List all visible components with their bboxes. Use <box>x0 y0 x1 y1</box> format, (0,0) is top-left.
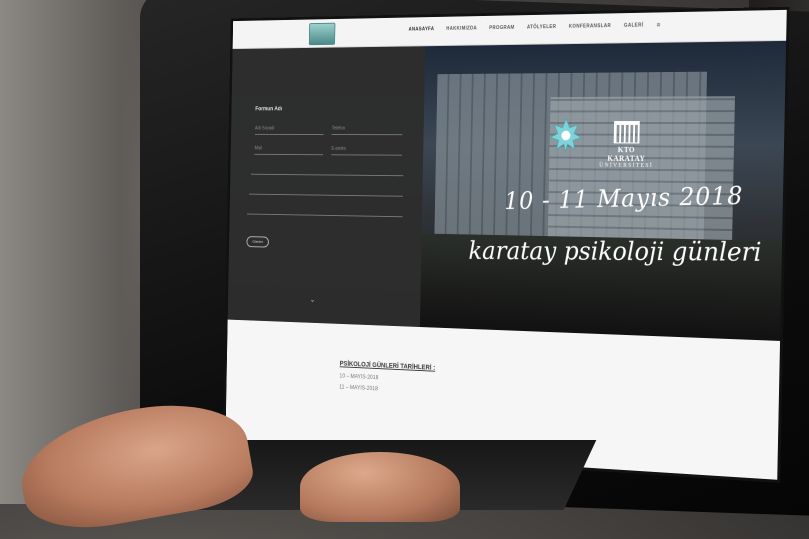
form-title: Formun Adı <box>255 107 282 113</box>
text-field-2[interactable] <box>249 185 403 197</box>
university-building-icon <box>614 121 640 143</box>
laptop-screen: ANASAYFA HAKKIMIZDA PROGRAM ATÖLYELER KO… <box>225 10 786 480</box>
university-subtitle: ÜNİVERSİTESİ <box>599 163 654 169</box>
event-title: karatay psikoloji günleri <box>468 237 761 268</box>
dates-heading: PSİKOLOJİ GÜNLERİ TARİHLERİ : <box>340 361 436 372</box>
chevron-down-icon[interactable]: ⌄ <box>310 295 316 303</box>
site-logo[interactable] <box>309 23 336 46</box>
mail-field[interactable]: Mail <box>254 145 323 155</box>
nav-item-program[interactable]: PROGRAM <box>489 25 514 32</box>
name-field[interactable]: Adı Soyadı <box>255 125 324 135</box>
date-line-1: 10 – MAYIS-2018 <box>339 374 378 381</box>
registration-form-panel: Formun Adı Adı Soyadı Telefon Mail E-pos… <box>228 46 426 327</box>
email-field[interactable]: E-posta <box>331 145 402 156</box>
nav-item-konferanslar[interactable]: KONFERANSLAR <box>569 23 611 31</box>
hamburger-icon[interactable]: ≡ <box>656 22 660 29</box>
kto-karatay-logo: KTO KARATAY ÜNİVERSİTESİ <box>599 121 655 169</box>
text-field-3[interactable] <box>247 204 403 217</box>
submit-button[interactable]: Gönder <box>246 236 269 247</box>
nav-item-anasayfa[interactable]: ANASAYFA <box>409 26 435 33</box>
nav-item-hakkimizda[interactable]: HAKKIMIZDA <box>446 26 477 33</box>
university-emblem-icon <box>548 116 585 155</box>
event-date: 10 - 11 Mayıs 2018 <box>504 181 743 215</box>
phone-field[interactable]: Telefon <box>332 125 403 135</box>
date-line-2: 11 – MAYIS-2018 <box>339 385 378 393</box>
nav-links: ANASAYFA HAKKIMIZDA PROGRAM ATÖLYELER KO… <box>409 22 661 33</box>
nav-item-galeri[interactable]: GALERİ <box>624 23 644 30</box>
right-hand <box>300 452 460 522</box>
hero-banner: Formun Adı Adı Soyadı Telefon Mail E-pos… <box>228 41 786 341</box>
text-field-1[interactable] <box>251 165 404 176</box>
nav-item-atolyeler[interactable]: ATÖLYELER <box>527 24 557 31</box>
university-name: KTO KARATAY <box>599 145 654 163</box>
